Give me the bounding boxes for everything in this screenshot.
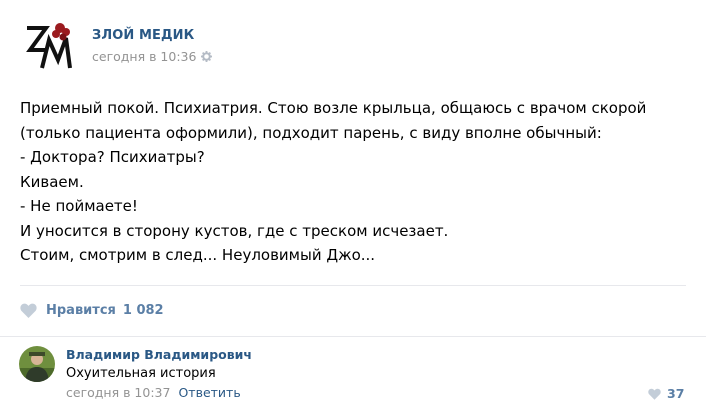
post-time: сегодня в 10:36 [92, 49, 213, 64]
post-text-line: Приемный покой. Психиатрия. Стою возле к… [20, 99, 647, 117]
heart-icon [648, 388, 661, 400]
post-text-line: - Не поймаете! [20, 197, 138, 215]
comment-text: Охуительная история [66, 366, 216, 381]
comment-like-count: 37 [667, 386, 685, 401]
post-text-line: - Доктора? Психиатры? [20, 148, 205, 166]
heart-icon [20, 303, 37, 318]
divider [0, 336, 706, 337]
like-count: 1 082 [122, 302, 164, 318]
avatar[interactable] [19, 346, 55, 382]
reply-link[interactable]: Ответить [178, 385, 240, 400]
gear-icon[interactable] [201, 51, 213, 62]
post-author[interactable]: ЗЛОЙ МЕДИК [92, 28, 194, 43]
like-button[interactable]: Нравится 1 082 [20, 300, 164, 320]
comment-like-button[interactable]: 37 [648, 386, 684, 401]
group-logo[interactable] [22, 20, 74, 72]
post-text-line: (только пациента оформили), подходит пар… [20, 123, 602, 142]
like-label: Нравится [46, 302, 116, 318]
comment-time[interactable]: сегодня в 10:37 [66, 385, 170, 400]
post-text-line: И уносится в сторону кустов, где с треск… [20, 221, 449, 240]
post-text: Приемный покой. Психиатрия. Стою возле к… [20, 96, 690, 268]
comment-meta: сегодня в 10:37 Ответить [66, 385, 241, 400]
post-text-line: Стоим, смотрим в след... Неуловимый Джо.… [20, 246, 376, 264]
comment-author[interactable]: Владимир Владимирович [66, 347, 252, 362]
divider [20, 285, 686, 286]
post-text-line: Киваем. [20, 172, 84, 191]
post-time-text[interactable]: сегодня в 10:36 [92, 49, 196, 64]
post-card: ЗЛОЙ МЕДИК сегодня в 10:36 Приемный поко… [0, 0, 706, 407]
